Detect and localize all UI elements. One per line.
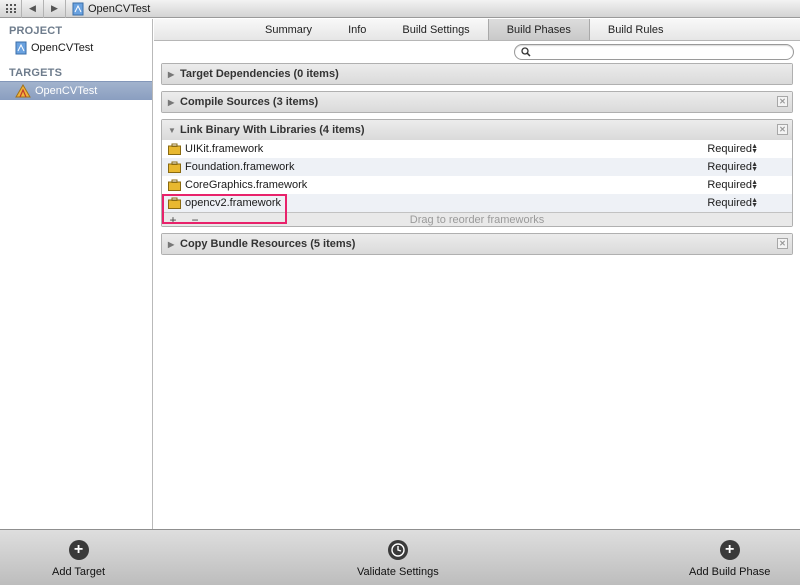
phase-link-binary: ▼ Link Binary With Libraries (4 items) ✕… [161, 119, 793, 227]
close-icon[interactable]: ✕ [777, 96, 788, 107]
status-stepper-icon[interactable]: ▲ ▼ [751, 143, 758, 155]
phase-copy-bundle-resources: ▶ Copy Bundle Resources (5 items) ✕ [161, 233, 793, 255]
back-arrow-icon[interactable]: ◀ [22, 0, 44, 18]
search-input[interactable] [531, 46, 793, 58]
framework-name: Foundation.framework [185, 161, 295, 173]
disclosure-triangle-icon[interactable]: ▼ [168, 126, 180, 135]
phase-target-dependencies: ▶ Target Dependencies (0 items) [161, 63, 793, 85]
disclosure-triangle-icon[interactable]: ▶ [168, 98, 180, 107]
sidebar: PROJECT OpenCVTest TARGETS OpenCVTest [0, 19, 153, 529]
tab-build-rules[interactable]: Build Rules [590, 19, 682, 40]
add-build-phase-button[interactable]: + Add Build Phase [689, 540, 770, 578]
phase-header[interactable]: ▶ Copy Bundle Resources (5 items) ✕ [162, 234, 792, 254]
framework-row[interactable]: opencv2.framework Required ▲ ▼ [162, 194, 792, 212]
validate-settings-label: Validate Settings [357, 566, 439, 578]
clock-icon [387, 540, 408, 560]
tab-build-phases[interactable]: Build Phases [487, 19, 590, 40]
phase-header[interactable]: ▼ Link Binary With Libraries (4 items) ✕ [162, 120, 792, 140]
forward-arrow-icon[interactable]: ▶ [44, 0, 66, 18]
phase-title: Link Binary With Libraries (4 items) [180, 124, 365, 136]
tab-bar: Summary Info Build Settings Build Phases… [154, 19, 800, 41]
search-icon [521, 47, 531, 57]
framework-toolbox-icon [168, 143, 181, 155]
framework-name: UIKit.framework [185, 143, 264, 155]
framework-row[interactable]: CoreGraphics.framework Required ▲ ▼ [162, 176, 792, 194]
jump-bar: ◀ ▶ OpenCVTest [0, 0, 800, 18]
phase-header[interactable]: ▶ Compile Sources (3 items) ✕ [162, 92, 792, 112]
framework-status[interactable]: Required [707, 179, 752, 191]
framework-status[interactable]: Required [707, 161, 752, 173]
disclosure-triangle-icon[interactable]: ▶ [168, 240, 180, 249]
framework-toolbox-icon [168, 197, 181, 209]
status-stepper-icon[interactable]: ▲ ▼ [751, 197, 758, 209]
framework-row[interactable]: UIKit.framework Required ▲ ▼ [162, 140, 792, 158]
phase-title: Copy Bundle Resources (5 items) [180, 238, 356, 250]
grid-icon[interactable] [0, 0, 22, 18]
status-stepper-icon[interactable]: ▲ ▼ [751, 179, 758, 191]
framework-toolbox-icon [168, 161, 181, 173]
main-editor: Summary Info Build Settings Build Phases… [154, 19, 800, 529]
add-target-button[interactable]: + Add Target [52, 540, 105, 578]
framework-status[interactable]: Required [707, 143, 752, 155]
project-file-icon [15, 41, 27, 54]
add-build-phase-label: Add Build Phase [689, 566, 771, 578]
close-icon[interactable]: ✕ [777, 124, 788, 135]
search-field[interactable] [514, 44, 794, 60]
close-icon[interactable]: ✕ [777, 238, 788, 249]
sidebar-item-project[interactable]: OpenCVTest [0, 38, 152, 57]
targets-section-header: TARGETS [9, 67, 63, 79]
phase-title: Compile Sources (3 items) [180, 96, 319, 108]
bottom-toolbar: + Add Target Validate Settings + Add Bui… [0, 529, 800, 585]
disclosure-triangle-icon[interactable]: ▶ [168, 70, 180, 79]
framework-list-footer: + − Drag to reorder frameworks [162, 212, 792, 227]
tab-build-settings[interactable]: Build Settings [384, 19, 487, 40]
validate-settings-button[interactable]: Validate Settings [357, 540, 439, 578]
framework-name: CoreGraphics.framework [185, 179, 308, 191]
tab-info[interactable]: Info [330, 19, 384, 40]
sidebar-item-label: OpenCVTest [35, 85, 98, 97]
status-stepper-icon[interactable]: ▲ ▼ [751, 161, 758, 173]
breadcrumb-label: OpenCVTest [88, 2, 151, 15]
project-section-header: PROJECT [9, 25, 63, 37]
sidebar-item-target[interactable]: OpenCVTest [0, 81, 152, 100]
phase-compile-sources: ▶ Compile Sources (3 items) ✕ [161, 91, 793, 113]
plus-circle-icon: + [719, 540, 740, 560]
search-row [154, 41, 800, 63]
framework-status[interactable]: Required [707, 197, 752, 209]
sidebar-item-label: OpenCVTest [31, 41, 94, 54]
reorder-hint: Drag to reorder frameworks [409, 213, 545, 226]
framework-name: opencv2.framework [185, 197, 281, 209]
target-app-icon [15, 84, 31, 98]
project-file-icon [72, 2, 84, 15]
plus-circle-icon: + [68, 540, 89, 560]
tab-summary[interactable]: Summary [247, 19, 330, 40]
breadcrumb[interactable]: OpenCVTest [66, 2, 150, 16]
framework-toolbox-icon [168, 179, 181, 191]
phase-title: Target Dependencies (0 items) [180, 68, 339, 80]
add-target-label: Add Target [52, 566, 106, 578]
phase-header[interactable]: ▶ Target Dependencies (0 items) [162, 64, 792, 84]
framework-row[interactable]: Foundation.framework Required ▲ ▼ [162, 158, 792, 176]
